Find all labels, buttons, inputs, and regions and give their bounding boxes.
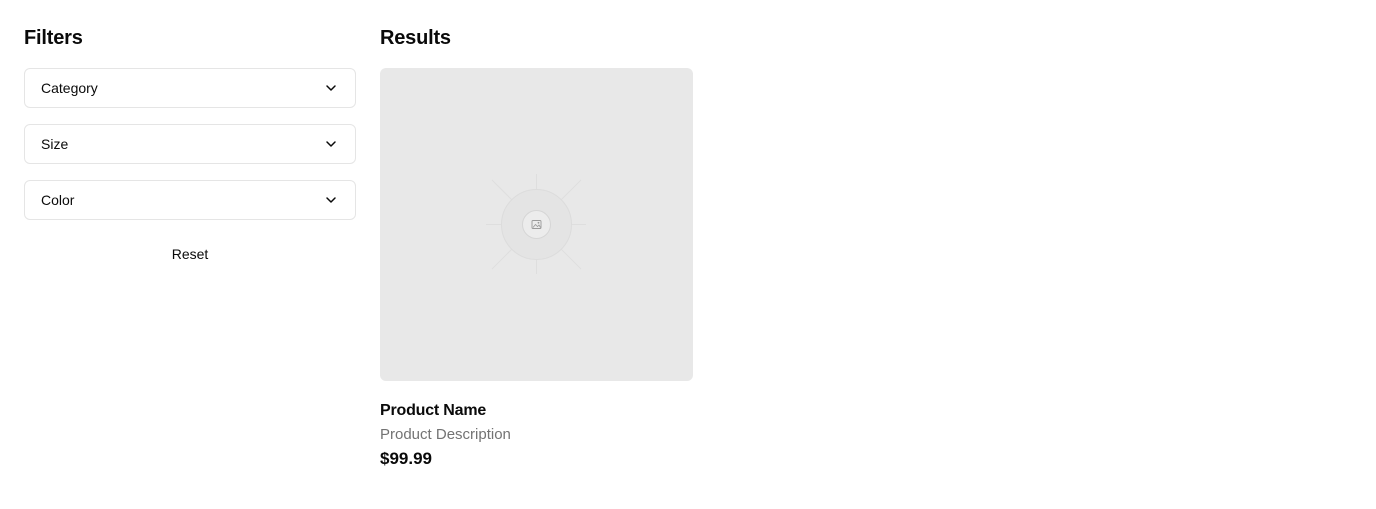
- page: Filters Category Size Color Reset Result…: [0, 0, 1376, 509]
- chevron-down-icon: [323, 80, 339, 96]
- product-card[interactable]: Product Name Product Description $99.99: [380, 68, 693, 470]
- product-name: Product Name: [380, 402, 487, 419]
- size-filter-select[interactable]: Size: [24, 124, 356, 164]
- chevron-down-icon: [323, 192, 339, 208]
- results-title: Results: [380, 27, 451, 49]
- color-filter-select[interactable]: Color: [24, 180, 356, 220]
- filters-panel: Filters Category Size Color Reset: [24, 24, 356, 272]
- product-image[interactable]: [380, 68, 693, 381]
- product-price: $99.99: [380, 449, 432, 468]
- image-placeholder-icon: [486, 174, 586, 274]
- reset-button[interactable]: Reset: [24, 236, 356, 272]
- color-filter-label: Color: [41, 192, 75, 208]
- filter-list: Category Size Color Reset: [24, 68, 356, 272]
- category-filter-select[interactable]: Category: [24, 68, 356, 108]
- size-filter-label: Size: [41, 136, 69, 152]
- category-filter-label: Category: [41, 80, 98, 96]
- results-panel: Results Product Name Product Description…: [380, 24, 1340, 470]
- filters-title: Filters: [24, 27, 83, 49]
- product-description: Product Description: [380, 426, 511, 443]
- chevron-down-icon: [323, 136, 339, 152]
